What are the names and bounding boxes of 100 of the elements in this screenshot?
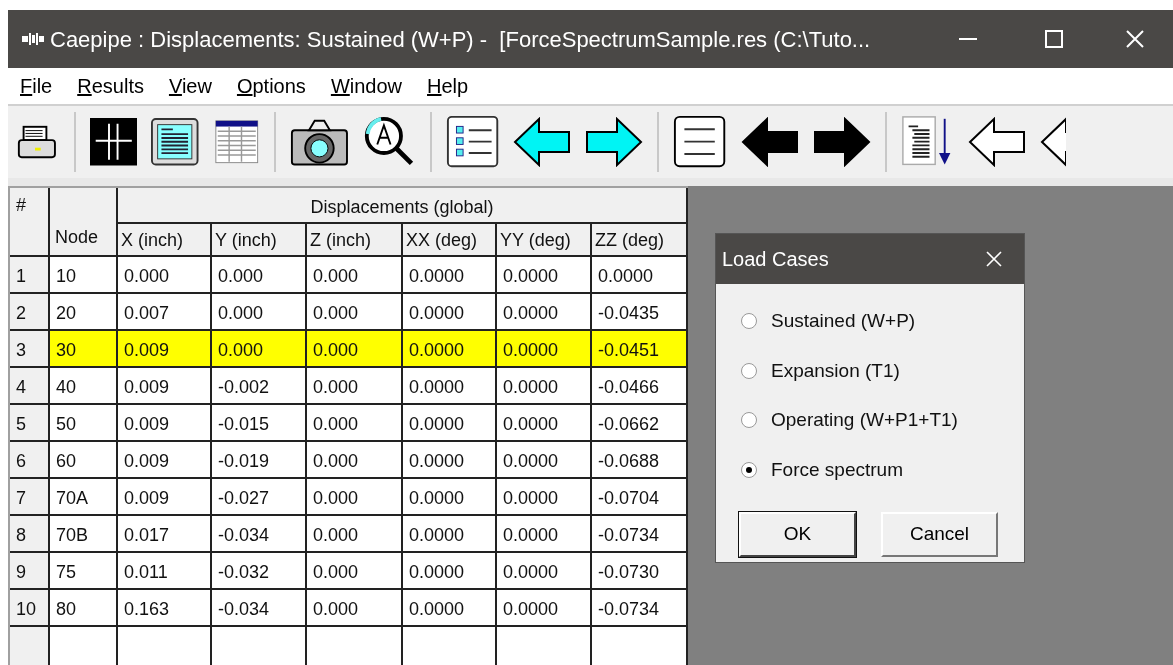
table-cell: 70A bbox=[50, 479, 118, 516]
row-number: 8 bbox=[10, 516, 50, 553]
table-cell: 50 bbox=[50, 405, 118, 442]
menu-item[interactable]: Options bbox=[236, 71, 306, 101]
radio-label: Sustained (W+P) bbox=[771, 309, 916, 333]
ok-button[interactable]: OK bbox=[739, 512, 856, 557]
table-cell: -0.034 bbox=[212, 516, 307, 553]
table-cell: 0.0000 bbox=[403, 590, 497, 627]
column-header: ZZ (deg) bbox=[592, 224, 688, 257]
arrow-icon[interactable] bbox=[1039, 117, 1066, 167]
table-cell: 0.000 bbox=[212, 331, 307, 368]
radio-label: Force spectrum bbox=[771, 457, 903, 482]
column-header: X (inch) bbox=[118, 224, 212, 257]
document-icon[interactable] bbox=[151, 118, 199, 166]
row-number: 5 bbox=[10, 405, 50, 442]
list-icon[interactable] bbox=[446, 115, 500, 169]
table-cell: 0.0000 bbox=[592, 257, 688, 294]
table-cell: -0.0704 bbox=[592, 479, 688, 516]
column-header: Z (inch) bbox=[307, 224, 403, 257]
table-cell: 0.0000 bbox=[497, 405, 592, 442]
row-number: 9 bbox=[10, 553, 50, 590]
table-cell: 0.0000 bbox=[497, 294, 592, 331]
table-cell: 0.0000 bbox=[497, 368, 592, 405]
table-icon[interactable] bbox=[212, 118, 261, 166]
window-title: Caepipe : Displacements: Sustained (W+P) - [ForceSpectrumSample.res (C:\Tuto... bbox=[50, 25, 871, 54]
table-cell: -0.019 bbox=[212, 442, 307, 479]
row-number: 2 bbox=[10, 294, 50, 331]
row-number: 3 bbox=[10, 331, 50, 368]
table-cell: 60 bbox=[50, 442, 118, 479]
table-cell: 40 bbox=[50, 368, 118, 405]
right-arrow-icon[interactable] bbox=[585, 117, 644, 167]
radio-button[interactable] bbox=[741, 461, 757, 478]
table-cell: 0.000 bbox=[307, 257, 403, 294]
table-cell: -0.0734 bbox=[592, 590, 688, 627]
radio-button[interactable] bbox=[741, 313, 757, 330]
table-cell: 0.0000 bbox=[403, 479, 497, 516]
table-cell: 0.0000 bbox=[403, 294, 497, 331]
camera-icon[interactable] bbox=[290, 117, 350, 167]
left-arrow-icon[interactable] bbox=[967, 117, 1026, 167]
table-cell: -0.032 bbox=[212, 553, 307, 590]
left-arrow-icon[interactable] bbox=[740, 117, 799, 167]
column-header: YY (deg) bbox=[497, 224, 592, 257]
maximize-icon[interactable] bbox=[1045, 30, 1063, 48]
table-cell: 0.017 bbox=[118, 516, 212, 553]
table-cell: -0.0435 bbox=[592, 294, 688, 331]
table-cell: -0.0451 bbox=[592, 331, 688, 368]
radio-label: Operating (W+P1+T1) bbox=[771, 408, 958, 432]
table-cell: 0.009 bbox=[118, 405, 212, 442]
table-cell: 0.000 bbox=[212, 257, 307, 294]
table-cell: 0.0000 bbox=[403, 405, 497, 442]
table-cell: 0.0000 bbox=[497, 590, 592, 627]
table-cell: 0.0000 bbox=[403, 331, 497, 368]
table-cell: 70B bbox=[50, 516, 118, 553]
row-number: 7 bbox=[10, 479, 50, 516]
table-cell: -0.0688 bbox=[592, 442, 688, 479]
table-cell: 0.0000 bbox=[403, 553, 497, 590]
table-cell: 0.009 bbox=[118, 331, 212, 368]
radio-button[interactable] bbox=[741, 412, 757, 429]
column-header: XX (deg) bbox=[403, 224, 497, 257]
table-cell: 30 bbox=[50, 331, 118, 368]
table-cell: -0.0730 bbox=[592, 553, 688, 590]
right-arrow-icon[interactable] bbox=[812, 117, 871, 167]
table-cell: 0.000 bbox=[118, 257, 212, 294]
table-cell: 0.009 bbox=[118, 368, 212, 405]
crosshair-grid-icon[interactable] bbox=[89, 118, 138, 166]
dialog-title: Load Cases bbox=[722, 247, 829, 272]
table-cell: 0.0000 bbox=[497, 442, 592, 479]
menu-item[interactable]: View bbox=[168, 71, 212, 101]
table-cell: -0.0662 bbox=[592, 405, 688, 442]
table-cell: 0.0000 bbox=[497, 553, 592, 590]
row-number: 6 bbox=[10, 442, 50, 479]
radio-button[interactable] bbox=[741, 362, 757, 379]
table-cell: 0.0000 bbox=[403, 368, 497, 405]
column-header: # bbox=[10, 188, 50, 257]
table-cell: 0.0000 bbox=[403, 516, 497, 553]
table-cell: 0.0000 bbox=[497, 516, 592, 553]
row-number: 4 bbox=[10, 368, 50, 405]
table-cell: -0.027 bbox=[212, 479, 307, 516]
table-cell: 0.000 bbox=[307, 590, 403, 627]
menu-item[interactable]: Help bbox=[427, 71, 469, 101]
column-header: Y (inch) bbox=[212, 224, 307, 257]
lines-icon[interactable] bbox=[673, 115, 727, 169]
table-cell: 0.000 bbox=[307, 442, 403, 479]
table-cell: -0.0466 bbox=[592, 368, 688, 405]
table-cell: 80 bbox=[50, 590, 118, 627]
cancel-button[interactable]: Cancel bbox=[881, 512, 998, 557]
table-cell: 0.009 bbox=[118, 442, 212, 479]
menu-item[interactable]: Window bbox=[330, 71, 403, 101]
table-cell: 10 bbox=[50, 257, 118, 294]
group-header: Displacements (global) bbox=[118, 188, 688, 224]
column-header: Node bbox=[50, 188, 118, 257]
menu-item[interactable]: File bbox=[20, 71, 53, 101]
menu-item[interactable]: Results bbox=[77, 71, 144, 101]
table-cell: 0.0000 bbox=[497, 479, 592, 516]
close-icon[interactable] bbox=[986, 251, 1002, 267]
table-cell: -0.002 bbox=[212, 368, 307, 405]
close-icon[interactable] bbox=[1126, 30, 1144, 48]
table-cell: 0.000 bbox=[307, 479, 403, 516]
left-arrow-icon[interactable] bbox=[513, 117, 572, 167]
table-cell: 75 bbox=[50, 553, 118, 590]
